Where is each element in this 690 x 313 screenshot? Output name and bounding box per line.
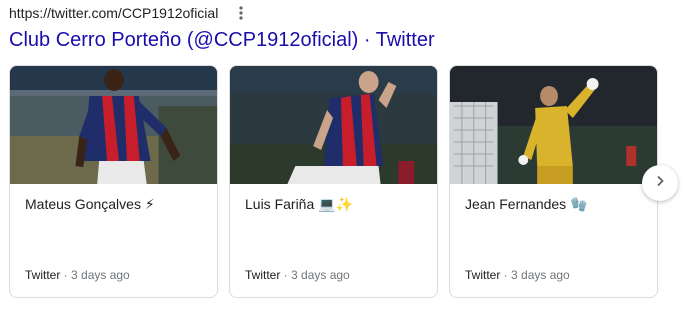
tweet-card[interactable]: Luis Fariña 💻✨ Twitter · 3 days ago xyxy=(229,65,438,298)
tweet-meta: Twitter · 3 days ago xyxy=(25,268,130,282)
tweet-age: 3 days ago xyxy=(71,268,130,282)
tweet-carousel: Mateus Gonçalves ⚡ Twitter · 3 days ago … xyxy=(9,65,669,298)
chevron-right-icon xyxy=(654,174,666,192)
tweet-source: Twitter xyxy=(245,268,281,282)
tweet-photo-image xyxy=(230,66,437,184)
tweet-meta: Twitter · 3 days ago xyxy=(245,268,350,282)
meta-separator: · xyxy=(60,268,72,282)
tweet-text: Jean Fernandes 🧤 xyxy=(465,196,588,212)
tweet-age: 3 days ago xyxy=(291,268,350,282)
tweet-source: Twitter xyxy=(465,268,501,282)
tweet-source: Twitter xyxy=(25,268,61,282)
meta-separator: · xyxy=(500,268,512,282)
more-vert-icon[interactable] xyxy=(234,4,248,22)
tweet-photo-image xyxy=(450,66,657,184)
tweet-text: Mateus Gonçalves ⚡ xyxy=(25,196,155,212)
result-url: https://twitter.com/CCP1912oficial xyxy=(9,5,219,21)
tweet-meta: Twitter · 3 days ago xyxy=(465,268,570,282)
tweet-card[interactable]: Mateus Gonçalves ⚡ Twitter · 3 days ago xyxy=(9,65,218,298)
tweet-age: 3 days ago xyxy=(511,268,570,282)
tweet-card[interactable]: Jean Fernandes 🧤 Twitter · 3 days ago xyxy=(449,65,658,298)
tweet-text: Luis Fariña 💻✨ xyxy=(245,196,354,212)
tweet-photo-image xyxy=(10,66,217,184)
carousel-next-button[interactable] xyxy=(642,165,678,201)
result-title-link[interactable]: Club Cerro Porteño (@CCP1912oficial) · T… xyxy=(9,27,435,53)
meta-separator: · xyxy=(280,268,292,282)
result-url-row: https://twitter.com/CCP1912oficial xyxy=(9,4,248,22)
